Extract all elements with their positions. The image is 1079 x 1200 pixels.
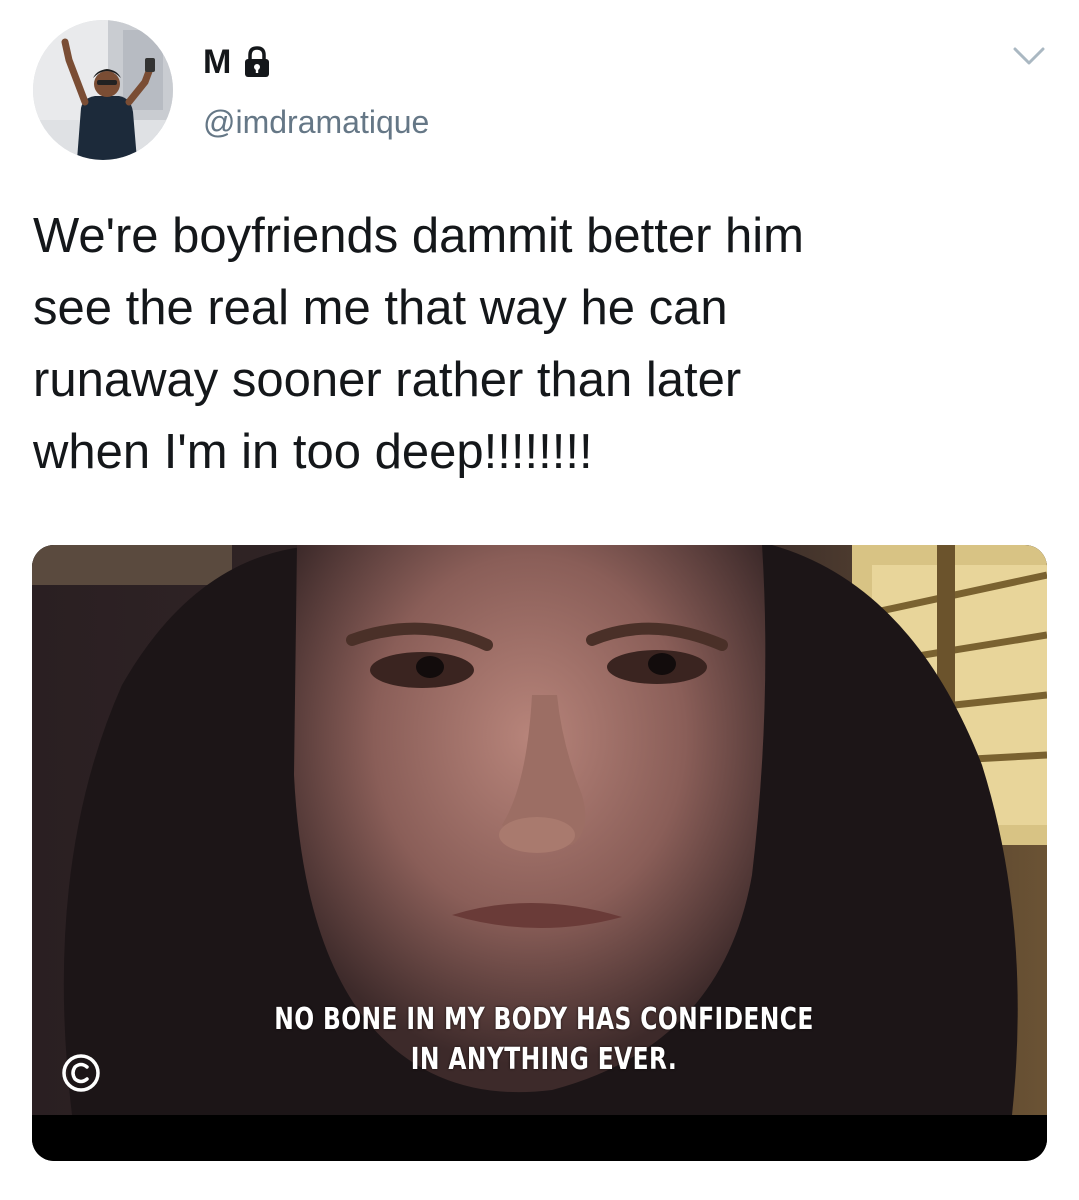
display-name[interactable]: M [203, 43, 232, 82]
lock-icon [244, 46, 269, 77]
avatar[interactable] [33, 20, 173, 160]
tweet-media-video[interactable]: NO BONE IN MY BODY HAS CONFIDENCE IN ANY… [32, 545, 1047, 1161]
name-row: M [203, 40, 272, 84]
user-handle[interactable]: @imdramatique [203, 104, 429, 141]
subtitle-line-1: NO BONE IN MY BODY HAS CONFIDENCE [274, 1002, 814, 1037]
tweet-text: We're boyfriends dammit better him see t… [33, 209, 804, 479]
chevron-down-icon[interactable] [1011, 44, 1047, 68]
media-bottom-bar [32, 1115, 1047, 1161]
video-frame: NO BONE IN MY BODY HAS CONFIDENCE IN ANY… [32, 545, 1047, 1115]
video-subtitles: NO BONE IN MY BODY HAS CONFIDENCE IN ANY… [148, 1000, 940, 1080]
subtitle-line-2: IN ANYTHING EVER. [410, 1042, 678, 1077]
comedy-central-logo-icon [62, 1054, 100, 1092]
tweet-card: M @imdramatique We're boyfriends dammit … [0, 0, 1079, 1200]
